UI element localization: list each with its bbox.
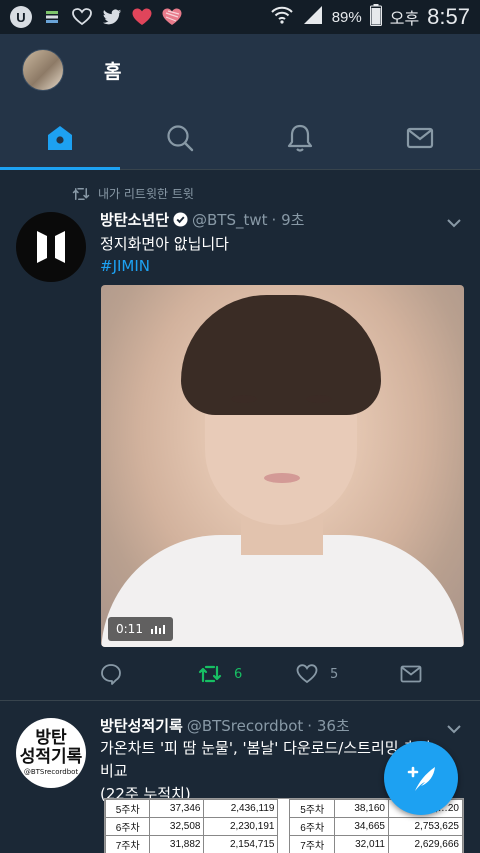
reply-button[interactable] <box>100 663 198 685</box>
table-gap <box>278 818 290 836</box>
author-handle: @BTS_twt <box>192 211 268 229</box>
table-cell: 31,882 <box>149 835 205 853</box>
search-icon <box>167 124 194 151</box>
page-title: 홈 <box>104 60 122 83</box>
table-gap <box>278 800 290 818</box>
u-plus-app-icon: U <box>10 6 32 28</box>
video-frame-eye <box>231 395 257 403</box>
twitter-bird-icon <box>102 7 122 27</box>
envelope-icon <box>406 127 434 148</box>
retweet-context: 내가 리트윗한 트윗 <box>72 185 194 202</box>
bell-icon <box>287 124 313 152</box>
tab-notifications[interactable] <box>240 106 360 169</box>
heart-icon <box>296 664 318 684</box>
table-row: 6주차 32,508 2,230,191 6주차 34,665 2,753,625 <box>104 817 464 836</box>
status-bar: U 89% 오후 8:57 <box>0 0 480 34</box>
sound-bars-icon <box>150 624 165 634</box>
retweet-small-icon <box>72 187 90 200</box>
retweet-button[interactable]: 6 <box>198 664 296 684</box>
tweet[interactable]: 내가 리트윗한 트윗 방탄소년단 @BTS_twt · 9초 정지화면아 앖닙니… <box>0 171 480 701</box>
author-name[interactable]: 방탄성적기록 <box>100 715 183 736</box>
flag-icon <box>42 7 62 27</box>
retweet-label: 내가 리트윗한 트윗 <box>98 187 194 201</box>
chevron-down-icon[interactable] <box>446 215 462 231</box>
table-cell: 34,665 <box>333 817 389 836</box>
wifi-icon <box>270 5 294 29</box>
envelope-icon <box>400 665 422 683</box>
reply-icon <box>101 664 121 685</box>
video-duration: 0:11 <box>116 622 143 636</box>
tweet-body: 정지화면아 앖닙니다 <box>100 235 229 253</box>
table-cell: 2,230,191 <box>203 817 279 836</box>
author-name[interactable]: 방탄소년단 <box>100 209 169 230</box>
tweet-text: 정지화면아 앖닙니다 #JIMIN <box>100 233 229 277</box>
like-button[interactable]: 5 <box>296 664 400 684</box>
battery-percent: 89% <box>331 8 362 26</box>
chevron-down-icon[interactable] <box>446 721 462 737</box>
avatar-text-line1: 방탄 <box>35 728 67 748</box>
table-cell: 7주차 <box>289 835 335 853</box>
video-frame-mouth <box>264 473 300 483</box>
table-cell: 6주차 <box>104 817 151 836</box>
tab-search[interactable] <box>120 106 240 169</box>
table-cell: 6주차 <box>289 817 335 836</box>
heart-icon <box>132 7 152 27</box>
battery-icon <box>369 4 382 30</box>
signal-icon <box>302 5 324 29</box>
tab-bar <box>0 106 480 170</box>
table-row: 7주차 31,882 2,154,715 7주차 32,011 2,629,666 <box>104 835 464 853</box>
verified-badge-icon <box>173 212 188 227</box>
retweet-count: 6 <box>234 666 243 682</box>
tab-home[interactable] <box>0 106 120 170</box>
table-cell: 7주차 <box>104 835 151 853</box>
table-cell: 5주차 <box>289 799 335 818</box>
table-gap <box>278 836 290 853</box>
tweet-body-line1: 가온차트 '피 땀 눈물', '봄날' 다운로드/스트리밍 추이 <box>100 739 431 757</box>
heart-outline-icon <box>72 7 92 27</box>
app-root: U 89% 오후 8:57 홈 내가 리트윗한 트윗 방탄소년단 @BTS_tw… <box>0 0 480 853</box>
table-cell: 37,346 <box>149 799 205 818</box>
video-frame-hair <box>181 295 381 415</box>
bts-logo-icon <box>37 231 65 263</box>
video-duration-badge: 0:11 <box>108 617 173 641</box>
author-avatar[interactable] <box>16 212 86 282</box>
table-cell: 38,160 <box>333 799 389 818</box>
tweet-header: 방탄성적기록 @BTSrecordbot · 36초 <box>100 715 350 736</box>
notification-icons: U <box>10 6 182 28</box>
author-avatar[interactable]: 방탄 성적기록 @BTSrecordbot <box>16 718 86 788</box>
video-frame-eye <box>306 395 332 403</box>
system-status: 89% 오후 8:57 <box>270 4 470 30</box>
video-thumbnail[interactable]: 0:11 <box>101 285 464 647</box>
table-cell: 32,508 <box>149 817 205 836</box>
profile-avatar[interactable] <box>22 49 64 91</box>
clock-ampm: 오후 <box>389 9 420 28</box>
tweet-time: · 9초 <box>271 211 305 229</box>
direct-message-button[interactable] <box>400 665 422 683</box>
table-cell: 2,753,625 <box>387 817 464 836</box>
table-cell: 32,011 <box>333 835 389 853</box>
home-icon <box>48 125 72 150</box>
table-cell: 5주차 <box>104 799 151 818</box>
app-header: 홈 <box>0 34 480 106</box>
tweet-text: 가온차트 '피 땀 눈물', '봄날' 다운로드/스트리밍 추이 비교 (22주… <box>100 737 431 806</box>
avatar-text-line3: @BTSrecordbot <box>23 768 79 776</box>
compose-feather-icon <box>407 766 435 791</box>
tweet-time: · 36초 <box>307 717 350 735</box>
tweet-body-line2: 비교 <box>100 762 128 780</box>
table-cell: 2,629,666 <box>387 835 464 853</box>
tweet-actions: 6 5 <box>100 661 430 687</box>
retweet-icon <box>198 665 222 683</box>
avatar-text-line2: 성적기록 <box>19 747 83 767</box>
tab-messages[interactable] <box>360 106 480 169</box>
table-cell: 2,154,715 <box>203 835 279 853</box>
like-count: 5 <box>330 666 339 682</box>
table-cell: 2,436,119 <box>203 799 279 818</box>
compose-tweet-button[interactable] <box>384 741 458 815</box>
heart-patterned-icon <box>162 7 182 27</box>
hashtag-link[interactable]: #JIMIN <box>100 255 229 277</box>
author-handle: @BTSrecordbot <box>186 717 304 735</box>
clock-time: 8:57 <box>427 4 470 29</box>
tweet-header: 방탄소년단 @BTS_twt · 9초 <box>100 209 304 230</box>
